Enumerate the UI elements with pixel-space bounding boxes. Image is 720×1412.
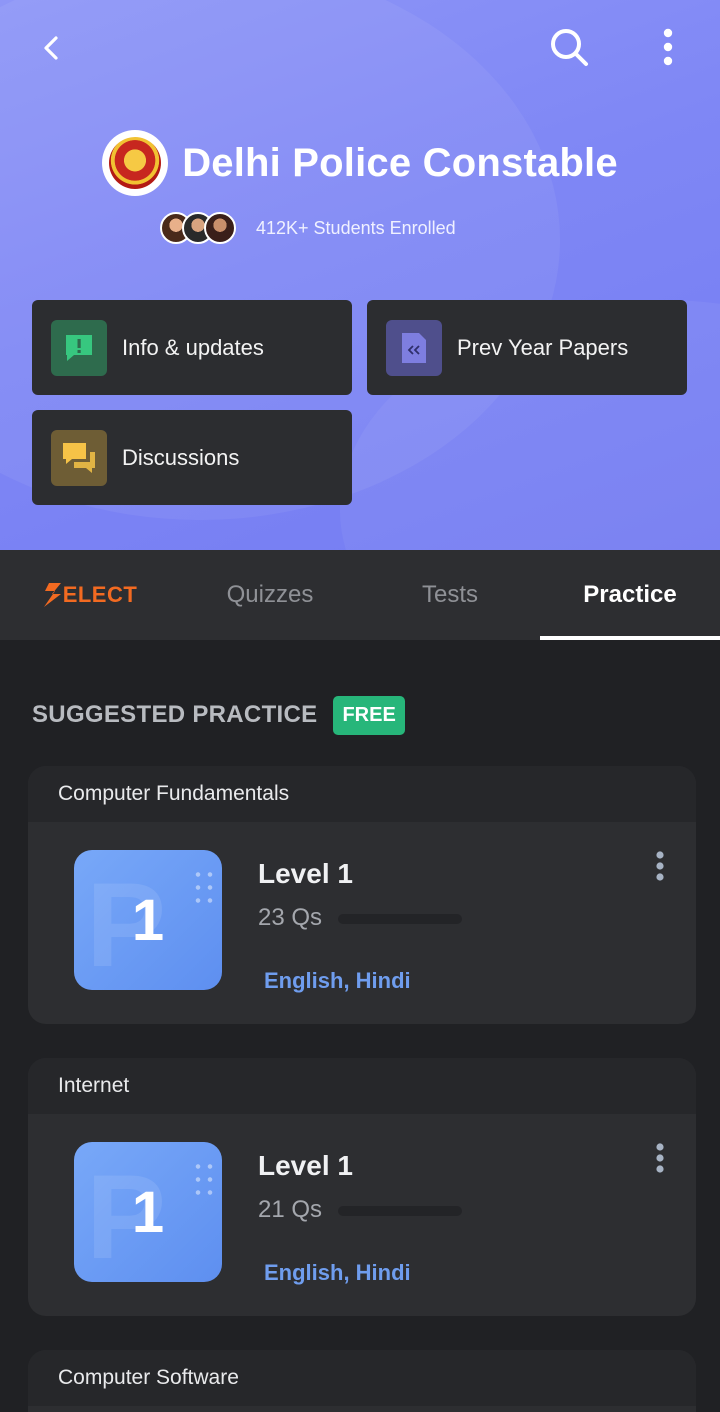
top-app-bar <box>0 0 720 90</box>
action-label: Prev Year Papers <box>457 334 629 360</box>
tab-quizzes[interactable]: Quizzes <box>180 550 360 640</box>
info-message-icon <box>51 319 107 376</box>
tab-bar: ELECT Quizzes Tests Practice <box>0 550 720 640</box>
tab-select[interactable]: ELECT <box>0 550 180 640</box>
section-header: SUGGESTED PRACTICE FREE <box>32 694 405 736</box>
level-title: Level 1 <box>258 1150 353 1181</box>
course-title-row: Delhi Police Constable <box>0 128 720 198</box>
student-avatars <box>160 212 236 244</box>
police-emblem-icon <box>109 137 162 189</box>
chat-bubbles-icon <box>51 429 107 486</box>
card-topic: Computer Software <box>28 1350 696 1406</box>
back-arrow-icon <box>44 36 58 60</box>
progress-bar <box>338 1206 462 1216</box>
back-button[interactable] <box>30 26 74 70</box>
section-title: SUGGESTED PRACTICE <box>32 701 318 728</box>
search-icon <box>551 29 588 66</box>
practice-card[interactable]: Computer Fundamentals P 1 Level 1 23 Qs … <box>28 766 696 1024</box>
document-icon <box>386 319 442 376</box>
more-vertical-icon <box>663 28 673 66</box>
card-topic: Computer Fundamentals <box>28 766 696 822</box>
question-count: 21 Qs <box>258 1196 323 1223</box>
dot-pattern <box>192 868 218 908</box>
discussions-button[interactable]: Discussions <box>32 410 352 505</box>
action-label: Discussions <box>122 444 240 470</box>
search-button[interactable] <box>544 22 594 72</box>
free-badge: FREE <box>333 695 405 735</box>
level-thumbnail: P 1 <box>74 850 222 990</box>
enrolled-info: 412K+ Students Enrolled <box>160 208 456 248</box>
progress-bar <box>338 914 462 924</box>
card-body: P 1 Level 1 23 Qs English, Hindi <box>28 822 696 1024</box>
level-thumbnail: P 1 <box>74 1142 222 1282</box>
tab-practice[interactable]: Practice <box>540 550 720 640</box>
avatar <box>204 212 236 244</box>
prev-year-papers-button[interactable]: Prev Year Papers <box>367 300 687 395</box>
languages-link[interactable]: English, Hindi <box>264 968 411 994</box>
card-menu-button[interactable] <box>642 1138 678 1178</box>
tab-tests[interactable]: Tests <box>360 550 540 640</box>
more-vertical-icon <box>656 1143 664 1173</box>
action-label: Info & updates <box>122 334 264 360</box>
thumb-number: 1 <box>131 887 165 953</box>
enrolled-count: 412K+ Students Enrolled <box>256 217 456 238</box>
thumb-number: 1 <box>131 1179 165 1245</box>
dot-pattern <box>192 1160 218 1200</box>
overflow-menu-button[interactable] <box>646 22 690 72</box>
level-title: Level 1 <box>258 858 353 889</box>
card-menu-button[interactable] <box>642 846 678 886</box>
tab-label: ELECT <box>62 582 138 607</box>
info-updates-button[interactable]: Info & updates <box>32 300 352 395</box>
practice-card[interactable]: Internet P 1 Level 1 21 Qs English, Hind… <box>28 1058 696 1316</box>
card-topic: Internet <box>28 1058 696 1114</box>
select-brand-logo: ELECT <box>43 582 138 608</box>
more-vertical-icon <box>656 851 664 881</box>
lightning-s-icon <box>43 583 61 607</box>
languages-link[interactable]: English, Hindi <box>264 1260 411 1286</box>
question-count: 23 Qs <box>258 904 323 931</box>
course-title: Delhi Police Constable <box>182 140 618 185</box>
course-header: Delhi Police Constable 412K+ Students En… <box>0 0 720 550</box>
card-body: P 1 Level 1 21 Qs English, Hindi <box>28 1114 696 1316</box>
practice-card[interactable]: Computer Software <box>28 1350 696 1412</box>
course-logo <box>102 130 169 196</box>
